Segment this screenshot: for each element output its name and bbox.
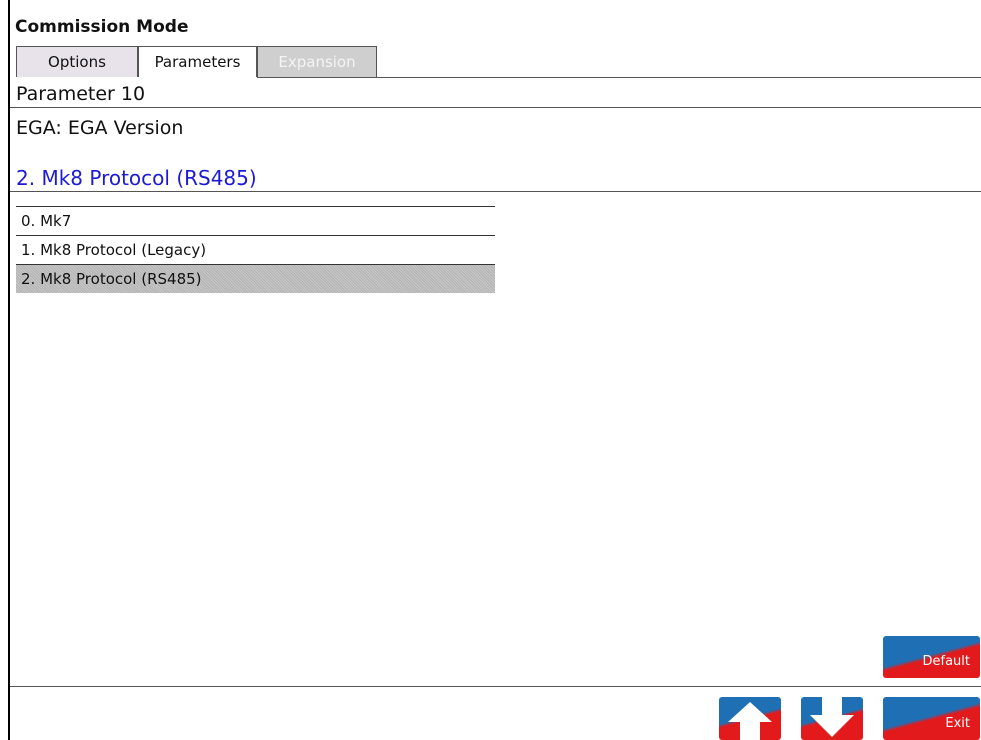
- divider: [10, 107, 981, 108]
- default-button-label: Default: [922, 654, 971, 669]
- page-title: Commission Mode: [15, 17, 189, 37]
- parameter-number: Parameter 10: [16, 83, 146, 105]
- arrow-down-icon: [810, 697, 854, 737]
- option-list: 0. Mk7 1. Mk8 Protocol (Legacy) 2. Mk8 P…: [16, 206, 495, 293]
- parameter-name: EGA: EGA Version: [16, 117, 184, 139]
- arrow-up-icon: [728, 702, 772, 740]
- option-item-mk7[interactable]: 0. Mk7: [16, 206, 495, 235]
- tab-parameters[interactable]: Parameters: [138, 46, 257, 77]
- tab-expansion: Expansion: [257, 46, 377, 77]
- option-item-mk8-legacy[interactable]: 1. Mk8 Protocol (Legacy): [16, 235, 495, 264]
- tab-options[interactable]: Options: [16, 46, 138, 77]
- left-border: [8, 0, 10, 740]
- current-value: 2. Mk8 Protocol (RS485): [16, 166, 257, 190]
- option-item-mk8-rs485[interactable]: 2. Mk8 Protocol (RS485): [16, 264, 495, 293]
- divider: [10, 191, 981, 192]
- exit-button[interactable]: Exit: [883, 697, 980, 740]
- scroll-up-button[interactable]: [719, 697, 781, 740]
- tab-divider: [257, 77, 981, 78]
- exit-button-label: Exit: [945, 716, 970, 731]
- default-button[interactable]: Default: [883, 636, 980, 678]
- divider: [10, 686, 981, 687]
- scroll-down-button[interactable]: [801, 697, 863, 740]
